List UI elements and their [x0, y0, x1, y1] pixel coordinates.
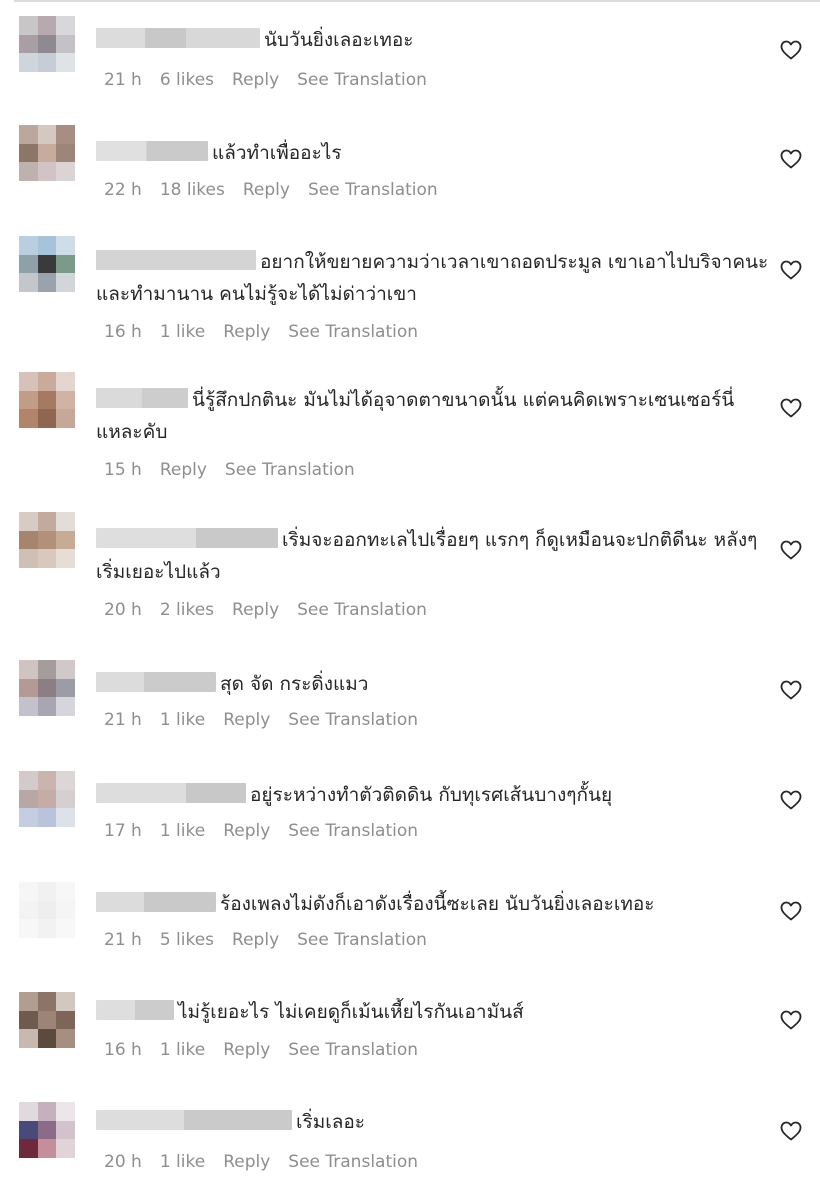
avatar[interactable]: [19, 16, 75, 72]
reply-button[interactable]: Reply: [223, 710, 270, 730]
see-translation-link[interactable]: See Translation: [288, 1040, 418, 1060]
heart-icon[interactable]: [779, 1008, 803, 1032]
timestamp[interactable]: 20 h: [104, 1152, 142, 1172]
avatar[interactable]: [19, 372, 75, 428]
timestamp[interactable]: 21 h: [104, 70, 142, 90]
heart-icon[interactable]: [779, 147, 803, 171]
comment-text: นี่รู้สึกปกตินะ มันไม่ได้อุจาดตาขนาดนั้น…: [96, 389, 735, 443]
timestamp[interactable]: 21 h: [104, 930, 142, 950]
reply-button[interactable]: Reply: [232, 70, 279, 90]
comment-body: สุด จัด กระดิ่งแมว: [96, 668, 772, 700]
see-translation-link[interactable]: See Translation: [288, 1152, 418, 1172]
comment-body: อยากให้ขยายความว่าเวลาเขาถอดประมูล เขาเอ…: [96, 246, 772, 310]
reply-button[interactable]: Reply: [223, 1040, 270, 1060]
timestamp[interactable]: 16 h: [104, 322, 142, 342]
comment-meta: 15 h Reply See Translation: [104, 460, 373, 480]
see-translation-link[interactable]: See Translation: [308, 180, 438, 200]
timestamp[interactable]: 21 h: [104, 710, 142, 730]
username[interactable]: [96, 1109, 292, 1130]
see-translation-link[interactable]: See Translation: [297, 70, 427, 90]
like-count[interactable]: 6 likes: [160, 70, 214, 90]
comment-body: ร้องเพลงไม่ดังก็เอาดังเรื่องนี้ซะเลย นับ…: [96, 888, 772, 920]
timestamp[interactable]: 22 h: [104, 180, 142, 200]
comment-list: นับวันยิ่งเลอะเทอะ 21 h 6 likes Reply See T…: [0, 0, 820, 1189]
see-translation-link[interactable]: See Translation: [288, 710, 418, 730]
username[interactable]: [96, 891, 216, 912]
like-count[interactable]: 18 likes: [160, 180, 225, 200]
avatar[interactable]: [19, 512, 75, 568]
reply-button[interactable]: Reply: [232, 930, 279, 950]
username[interactable]: [96, 27, 260, 48]
comment-meta: 21 h 6 likes Reply See Translation: [104, 70, 445, 90]
like-count[interactable]: 5 likes: [160, 930, 214, 950]
reply-button[interactable]: Reply: [160, 460, 207, 480]
like-count[interactable]: 1 like: [160, 322, 205, 342]
comment-meta: 16 h 1 like Reply See Translation: [104, 1040, 436, 1060]
comment-body: ไม่รู้เยอะไร ไม่เคยดูก็เม้นเหี้ยไรกันเอา…: [96, 996, 772, 1028]
heart-icon[interactable]: [779, 396, 803, 420]
comment-text: เริ่มเลอะ: [296, 1111, 365, 1133]
like-count[interactable]: 2 likes: [160, 600, 214, 620]
comment-meta: 16 h 1 like Reply See Translation: [104, 322, 436, 342]
reply-button[interactable]: Reply: [232, 600, 279, 620]
timestamp[interactable]: 15 h: [104, 460, 142, 480]
see-translation-link[interactable]: See Translation: [297, 600, 427, 620]
comment-text: สุด จัด กระดิ่งแมว: [220, 673, 369, 695]
reply-button[interactable]: Reply: [223, 322, 270, 342]
comment-text: อยู่ระหว่างทำตัวติดดิน กับทุเรศเส้นบางๆก…: [250, 784, 613, 806]
comment-text: ไม่รู้เยอะไร ไม่เคยดูก็เม้นเหี้ยไรกันเอา…: [178, 1001, 524, 1023]
reply-button[interactable]: Reply: [223, 821, 270, 841]
comment-meta: 17 h 1 like Reply See Translation: [104, 821, 436, 841]
username[interactable]: [96, 999, 174, 1020]
avatar[interactable]: [19, 1102, 75, 1158]
like-count[interactable]: 1 like: [160, 710, 205, 730]
timestamp[interactable]: 17 h: [104, 821, 142, 841]
comment-body: เริ่มเลอะ: [96, 1106, 772, 1138]
username[interactable]: [96, 671, 216, 692]
comment-body: อยู่ระหว่างทำตัวติดดิน กับทุเรศเส้นบางๆก…: [96, 779, 772, 811]
timestamp[interactable]: 16 h: [104, 1040, 142, 1060]
comment-meta: 20 h 2 likes Reply See Translation: [104, 600, 445, 620]
comment-body: เริ่มจะออกทะเลไปเรื่อยๆ แรกๆ ก็ดูเหมือนจ…: [96, 524, 772, 588]
avatar[interactable]: [19, 992, 75, 1048]
comment-meta: 21 h 1 like Reply See Translation: [104, 710, 436, 730]
timestamp[interactable]: 20 h: [104, 600, 142, 620]
username[interactable]: [96, 527, 278, 548]
reply-button[interactable]: Reply: [243, 180, 290, 200]
username[interactable]: [96, 249, 256, 270]
see-translation-link[interactable]: See Translation: [225, 460, 355, 480]
avatar[interactable]: [19, 882, 75, 938]
comment-text: นับวันยิ่งเลอะเทอะ: [264, 29, 414, 51]
username[interactable]: [96, 387, 188, 408]
see-translation-link[interactable]: See Translation: [288, 821, 418, 841]
avatar[interactable]: [19, 660, 75, 716]
heart-icon[interactable]: [779, 538, 803, 562]
heart-icon[interactable]: [779, 38, 803, 62]
username[interactable]: [96, 140, 208, 161]
like-count[interactable]: 1 like: [160, 1040, 205, 1060]
comment-text: แล้วทำเพื่ออะไร: [212, 142, 342, 164]
avatar[interactable]: [19, 771, 75, 827]
avatar[interactable]: [19, 236, 75, 292]
comment-meta: 21 h 5 likes Reply See Translation: [104, 930, 445, 950]
username[interactable]: [96, 782, 246, 803]
reply-button[interactable]: Reply: [223, 1152, 270, 1172]
avatar[interactable]: [19, 125, 75, 181]
heart-icon[interactable]: [779, 678, 803, 702]
comment-body: นี่รู้สึกปกตินะ มันไม่ได้อุจาดตาขนาดนั้น…: [96, 384, 772, 448]
heart-icon[interactable]: [779, 1119, 803, 1143]
comment-body: นับวันยิ่งเลอะเทอะ: [96, 24, 772, 56]
heart-icon[interactable]: [779, 899, 803, 923]
heart-icon[interactable]: [779, 788, 803, 812]
comment-body: แล้วทำเพื่ออะไร: [96, 137, 772, 169]
like-count[interactable]: 1 like: [160, 1152, 205, 1172]
comment-meta: 20 h 1 like Reply See Translation: [104, 1152, 436, 1172]
see-translation-link[interactable]: See Translation: [288, 322, 418, 342]
like-count[interactable]: 1 like: [160, 821, 205, 841]
see-translation-link[interactable]: See Translation: [297, 930, 427, 950]
heart-icon[interactable]: [779, 258, 803, 282]
comment-meta: 22 h 18 likes Reply See Translation: [104, 180, 456, 200]
comment-text: ร้องเพลงไม่ดังก็เอาดังเรื่องนี้ซะเลย นับ…: [220, 893, 655, 915]
